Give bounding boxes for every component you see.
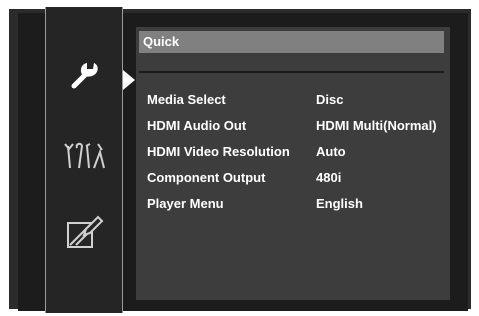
settings-list: Media Select Disc HDMI Audio Out HDMI Mu… <box>147 90 447 220</box>
setting-value: HDMI Multi(Normal) <box>316 118 437 133</box>
sidebar-item-quick[interactable] <box>46 45 122 105</box>
sidebar-item-custom[interactable] <box>46 127 122 187</box>
setting-row-component-output[interactable]: Component Output 480i <box>147 168 447 194</box>
setting-value: English <box>316 196 363 211</box>
setting-row-hdmi-audio-out[interactable]: HDMI Audio Out HDMI Multi(Normal) <box>147 116 447 142</box>
setting-row-media-select[interactable]: Media Select Disc <box>147 90 447 116</box>
setting-value: Disc <box>316 92 344 107</box>
selection-arrow-icon <box>123 70 135 90</box>
setting-label: Component Output <box>147 170 266 185</box>
setting-row-player-menu[interactable]: Player Menu English <box>147 194 447 220</box>
setting-label: Media Select <box>147 92 226 107</box>
screen: Quick Media Select Disc HDMI Audio Out H… <box>0 0 479 316</box>
setting-label: Player Menu <box>147 196 224 211</box>
setting-row-hdmi-video-resolution[interactable]: HDMI Video Resolution Auto <box>147 142 447 168</box>
tools-icon <box>64 142 105 169</box>
setting-value: Auto <box>316 144 346 159</box>
setting-label: HDMI Audio Out <box>147 118 247 133</box>
panel-title: Quick <box>139 31 444 53</box>
setting-label: HDMI Video Resolution <box>147 144 290 159</box>
edit-icon <box>67 215 104 248</box>
wrench-icon <box>71 63 98 89</box>
sidebar <box>45 7 123 313</box>
divider <box>139 71 444 73</box>
sidebar-item-initialize[interactable] <box>46 203 122 263</box>
setting-value: 480i <box>316 170 342 185</box>
